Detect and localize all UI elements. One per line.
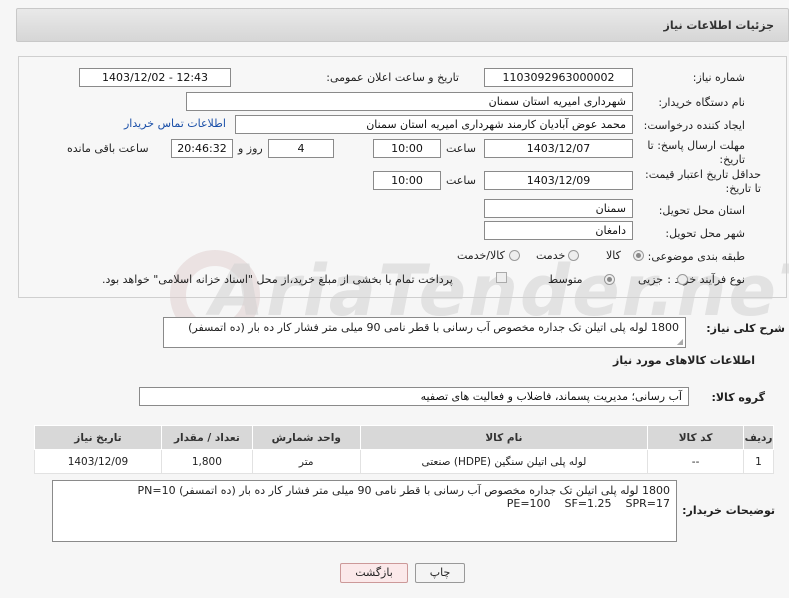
need-number-label: شماره نیاز: [692, 71, 745, 84]
province-label: استان محل تحویل: [658, 204, 745, 217]
resize-handle-icon: ◢ [676, 337, 683, 346]
category-both-radio[interactable] [509, 250, 520, 261]
page-header: جزئیات اطلاعات نیاز [16, 8, 789, 42]
days-field: 4 [268, 139, 334, 158]
reply-deadline-label: مهلت ارسال پاسخ: تا تاریخ: [647, 139, 745, 166]
process-medium-radio[interactable] [604, 274, 615, 285]
goods-table: ردیف کد کالا نام کالا واحد شمارش تعداد /… [34, 425, 774, 474]
province-field: سمنان [484, 199, 633, 218]
price-deadline-label: حداقل تاریخ اعتبار قیمت: تا تاریخ: [645, 168, 761, 195]
summary-text: 1800 لوله پلی اتیلن تک جداره مخصوص آب رس… [188, 321, 679, 334]
reply-time-label: ساعت [446, 142, 476, 155]
col-qty: تعداد / مقدار [160, 425, 253, 450]
city-label: شهر محل تحویل: [665, 227, 745, 240]
reply-time-field: 10:00 [373, 139, 441, 158]
creator-label: ایجاد کننده درخواست: [643, 119, 745, 132]
summary-label: شرح کلی نیاز: [706, 322, 785, 335]
city-field: دامغان [484, 221, 633, 240]
days-label: روز و [238, 142, 263, 155]
buyer-notes-label: توضیحات خریدار: [682, 504, 775, 517]
buyer-org-label: نام دستگاه خریدار: [658, 96, 745, 109]
announce-field: 1403/12/02 - 12:43 [79, 68, 231, 87]
goods-group-field: آب رسانی؛ مدیریت پسماند، فاضلاب و فعالیت… [139, 387, 689, 406]
announce-label: تاریخ و ساعت اعلان عمومی: [326, 71, 459, 84]
process-medium-label: متوسط [548, 273, 583, 286]
buyer-org-field: شهرداری امیریه استان سمنان [186, 92, 633, 111]
creator-field: محمد عوض آبادیان کارمند شهرداری امیریه ا… [235, 115, 633, 134]
treasury-checkbox[interactable] [496, 272, 507, 283]
category-service-radio[interactable] [568, 250, 579, 261]
buyer-notes-line2: PE=100 SF=1.25 SPR=17 [506, 497, 670, 510]
category-both-label: کالا/خدمت [457, 249, 505, 262]
remaining-label: ساعت باقی مانده [67, 142, 149, 155]
payment-note: پرداخت تمام یا بخشی از مبلغ خرید،از محل … [102, 273, 453, 286]
col-name: نام کالا [359, 425, 649, 450]
col-date: تاریخ نیاز [34, 425, 162, 450]
process-minor-label: جزیی [638, 273, 664, 286]
summary-box: 1800 لوله پلی اتیلن تک جداره مخصوص آب رس… [163, 317, 686, 348]
reply-date-field: 1403/12/07 [484, 139, 633, 158]
price-time-field: 10:00 [373, 171, 441, 190]
col-unit: واحد شمارش [251, 425, 361, 450]
remaining-time-field: 20:46:32 [171, 139, 233, 158]
need-number-field: 1103092963000002 [484, 68, 633, 87]
buyer-notes-box: 1800 لوله پلی اتیلن تک جداره مخصوص آب رس… [52, 480, 677, 542]
category-goods-radio[interactable] [633, 250, 644, 261]
col-row: ردیف [743, 425, 774, 450]
buyer-notes-line1: 1800 لوله پلی اتیلن تک جداره مخصوص آب رس… [137, 484, 671, 497]
goods-table-header: ردیف کد کالا نام کالا واحد شمارش تعداد /… [34, 425, 774, 450]
col-code: کد کالا [647, 425, 745, 450]
category-goods-label: کالا [606, 249, 621, 262]
cell-row: 1 [743, 449, 774, 474]
goods-group-label: گروه کالا: [711, 391, 765, 404]
cell-unit: متر [251, 449, 361, 474]
category-service-label: خدمت [536, 249, 566, 262]
contact-buyer-link[interactable]: اطلاعات تماس خریدار [124, 117, 226, 130]
goods-section-title: اطلاعات کالاهای مورد نیاز [613, 354, 755, 367]
cell-date: 1403/12/09 [34, 449, 162, 474]
price-time-label: ساعت [446, 174, 476, 187]
price-date-field: 1403/12/09 [484, 171, 633, 190]
table-row: 1 -- لوله پلی اتیلن سنگین (HDPE) صنعتی م… [34, 449, 774, 474]
process-minor-radio[interactable] [677, 274, 688, 285]
cell-code: -- [647, 449, 745, 474]
back-button[interactable]: بازگشت [340, 563, 408, 583]
print-button[interactable]: چاپ [415, 563, 465, 583]
category-label: طبقه بندی موضوعی: [647, 250, 745, 263]
cell-name: لوله پلی اتیلن سنگین (HDPE) صنعتی [359, 449, 649, 474]
cell-qty: 1,800 [160, 449, 253, 474]
page-title: جزئیات اطلاعات نیاز [663, 19, 775, 32]
